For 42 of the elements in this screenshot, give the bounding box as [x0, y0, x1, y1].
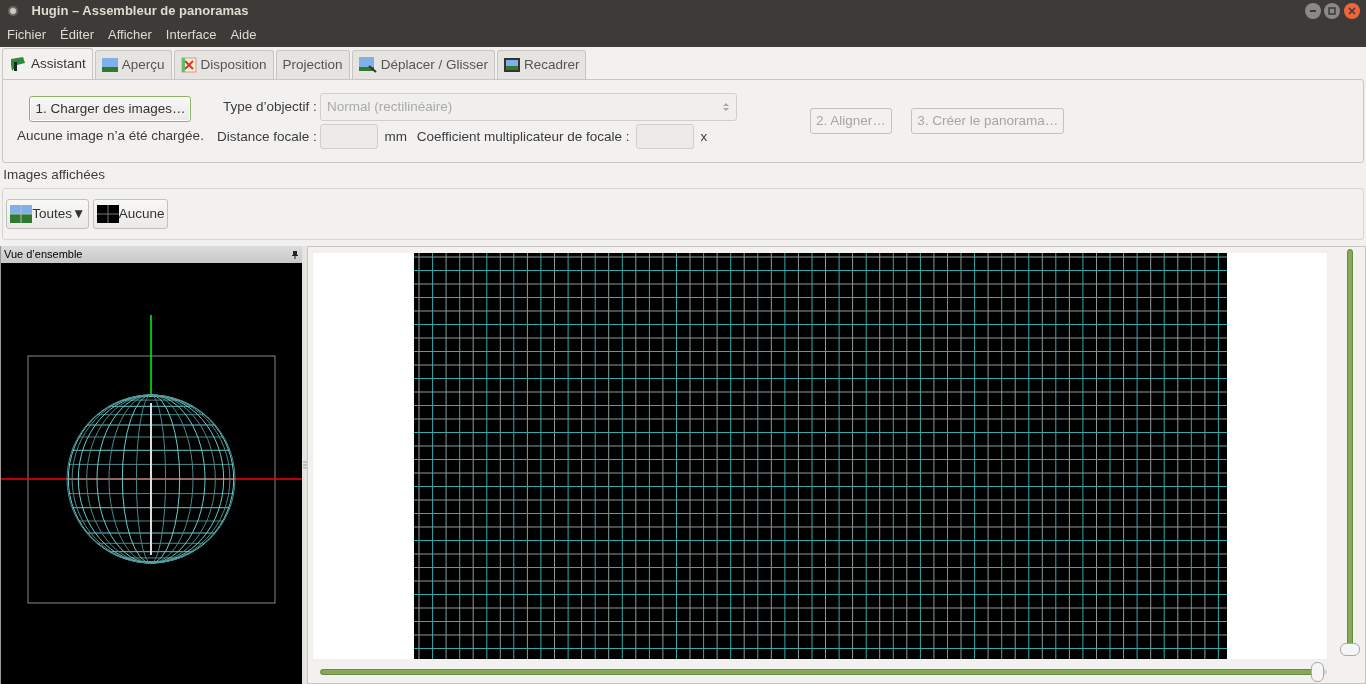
landscape-icon [101, 58, 118, 72]
focal-length-field[interactable] [319, 124, 378, 150]
close-icon [1347, 7, 1356, 15]
minimize-button[interactable] [1305, 3, 1321, 19]
close-button[interactable] [1343, 3, 1360, 19]
unit-label: x [700, 127, 708, 146]
crop-factor-field[interactable] [636, 124, 695, 150]
image-filter-button[interactable]: Aucune [92, 199, 169, 230]
unit-label: mm [384, 127, 407, 146]
lens-type-label: Type d’objectif : [221, 97, 317, 116]
minimize-icon [1309, 7, 1317, 15]
crop-frame-icon [503, 58, 520, 72]
menu-item[interactable]: Afficher [101, 24, 159, 45]
panel-title: Vue d’ensemble [4, 247, 83, 263]
drag-landscape-icon [358, 57, 377, 73]
menu-item[interactable]: Éditer [53, 24, 101, 45]
tab[interactable]: Déplacer / Glisser [351, 50, 495, 79]
grid-icon [96, 205, 119, 224]
tab[interactable]: Disposition [173, 50, 274, 79]
menu-item[interactable]: Fichier [0, 24, 53, 45]
load-images-button[interactable]: 1. Charger des images… [29, 96, 192, 123]
window-title: Hugin – Assembleur de panoramas [31, 2, 250, 21]
layout-grid-icon [180, 57, 197, 73]
spin-arrows-icon [721, 100, 730, 113]
focal-length-label: Distance focale : [216, 127, 317, 146]
image-filter-button[interactable]: Toutes▼ [6, 199, 90, 230]
splitter-grip-icon[interactable] [302, 461, 307, 470]
pin-icon[interactable] [291, 249, 299, 260]
tab[interactable]: Assistant [2, 48, 93, 79]
tab[interactable]: Projection [275, 50, 350, 79]
window-icon [6, 5, 19, 17]
menu-item[interactable]: Interface [158, 24, 224, 45]
crop-factor-label: Coefficient multiplicateur de focale : [416, 127, 630, 146]
maximize-icon [1328, 7, 1337, 15]
group-title: Images affichées [3, 166, 107, 184]
tab[interactable]: Recadrer [496, 50, 587, 79]
tab[interactable]: Aperçu [94, 50, 172, 79]
landscape-grid-icon [10, 205, 33, 224]
status-text: Aucune image n’a été chargée. [17, 126, 204, 145]
maximize-button[interactable] [1324, 3, 1341, 19]
menu-item[interactable]: Aide [223, 24, 264, 45]
wand-icon [9, 56, 27, 72]
